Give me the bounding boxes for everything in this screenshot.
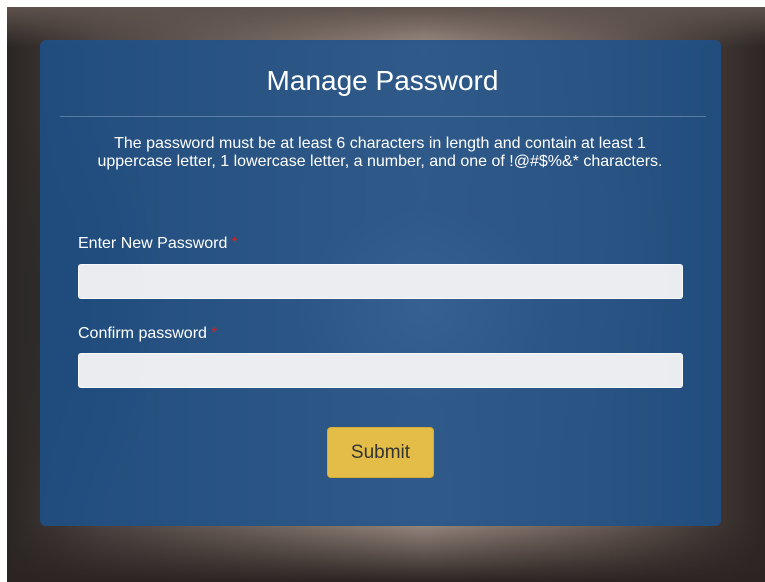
confirm-password-label-text: Confirm password bbox=[78, 325, 207, 342]
confirm-password-label: Confirm password * bbox=[78, 324, 217, 344]
title-divider bbox=[60, 116, 706, 117]
new-password-label: Enter New Password * bbox=[78, 234, 238, 254]
confirm-password-input[interactable] bbox=[78, 353, 683, 388]
required-marker: * bbox=[210, 325, 218, 342]
password-rules-text: The password must be at least 6 characte… bbox=[97, 135, 663, 170]
new-password-input[interactable] bbox=[78, 264, 683, 299]
required-marker: * bbox=[231, 235, 238, 252]
submit-button[interactable]: Submit bbox=[327, 427, 434, 478]
password-page: Manage Password The password must be at … bbox=[0, 0, 765, 582]
new-password-label-text: Enter New Password bbox=[78, 235, 228, 252]
page-title: Manage Password bbox=[266, 65, 499, 96]
